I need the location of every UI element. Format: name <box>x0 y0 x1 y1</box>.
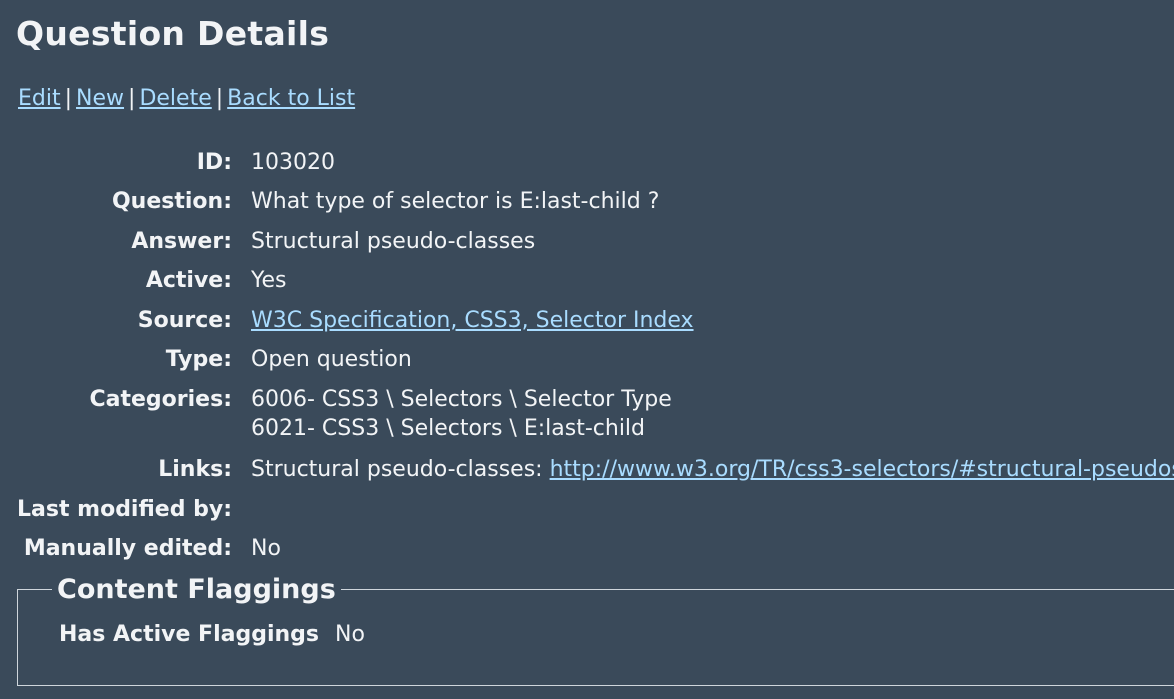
answer-value: Structural pseudo-classes <box>251 229 536 254</box>
question-label: Question: <box>111 189 232 214</box>
content-flaggings-legend: Content Flaggings <box>52 574 341 605</box>
has-active-flaggings-row: Has Active Flaggings No <box>59 622 365 647</box>
id-label: ID: <box>196 150 232 175</box>
links-prefix: Structural pseudo-classes: <box>251 457 543 482</box>
last-modified-by-label: Last modified by: <box>17 497 232 522</box>
action-links: Edit | New | Delete | Back to List <box>18 86 355 111</box>
separator: | <box>128 86 136 111</box>
edit-link[interactable]: Edit <box>18 86 61 111</box>
question-value: What type of selector is E:last-child ? <box>251 189 660 214</box>
type-label: Type: <box>165 347 232 372</box>
id-value: 103020 <box>251 150 335 175</box>
has-active-flaggings-label: Has Active Flaggings <box>59 622 320 647</box>
links-label: Links: <box>158 457 232 482</box>
source-link[interactable]: W3C Specification, CSS3, Selector Index <box>251 308 694 333</box>
content-flaggings-box: Content Flaggings Has Active Flaggings No <box>17 574 1174 686</box>
categories-label: Categories: <box>89 387 233 412</box>
active-label: Active: <box>145 268 232 293</box>
category-item: 6006- CSS3 \ Selectors \ Selector Type <box>251 387 672 412</box>
page-title: Question Details <box>16 14 330 53</box>
delete-link[interactable]: Delete <box>139 86 211 111</box>
separator: | <box>215 86 224 111</box>
question-details-page: { "page_title": "Question Details", "act… <box>0 0 1174 699</box>
source-label: Source: <box>137 308 232 333</box>
source-value: W3C Specification, CSS3, Selector Index <box>251 308 694 333</box>
active-value: Yes <box>251 268 287 293</box>
links-url[interactable]: http://www.w3.org/TR/css3-selectors/#str… <box>550 457 1174 482</box>
separator: | <box>64 86 73 111</box>
has-active-flaggings-value: No <box>335 622 365 647</box>
categories-value: 6006- CSS3 \ Selectors \ Selector Type 6… <box>251 387 672 445</box>
new-link[interactable]: New <box>76 86 124 111</box>
answer-label: Answer: <box>131 229 232 254</box>
back-to-list-link[interactable]: Back to List <box>227 86 355 111</box>
category-item: 6021- CSS3 \ Selectors \ E:last-child <box>251 416 646 441</box>
type-value: Open question <box>251 347 412 372</box>
links-value: Structural pseudo-classes: http://www.w3… <box>251 457 1174 482</box>
manually-edited-value: No <box>251 536 281 561</box>
manually-edited-label: Manually edited: <box>23 536 232 561</box>
